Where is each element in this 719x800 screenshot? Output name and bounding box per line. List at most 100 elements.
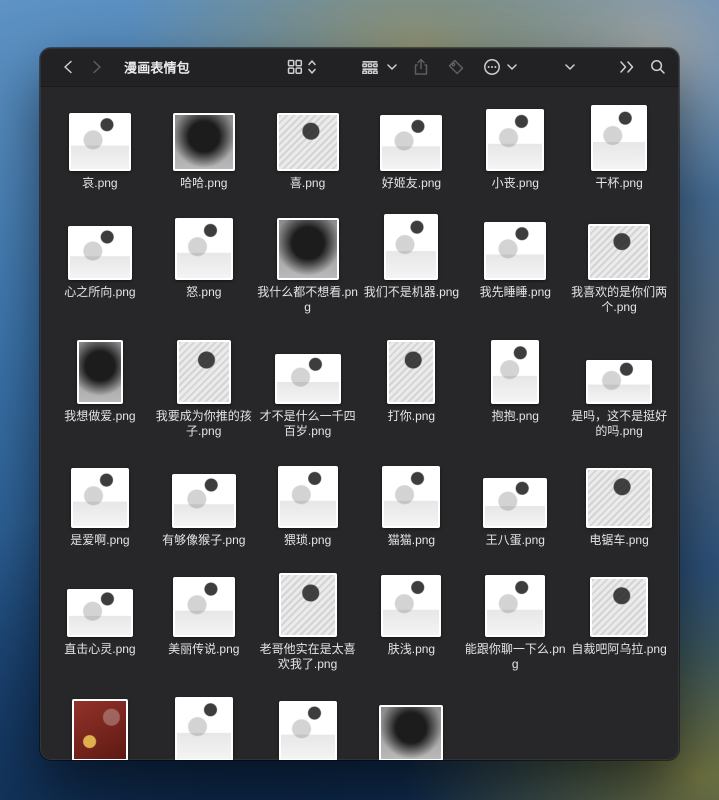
file-item[interactable]: 打你.png (360, 332, 464, 439)
file-item[interactable]: 哀.png (48, 99, 152, 191)
file-item[interactable]: 电锯车.png (567, 456, 671, 548)
manga-thumbnail-art (179, 342, 229, 402)
manga-thumbnail-art (174, 476, 234, 526)
file-thumbnail (591, 105, 647, 171)
file-name: 喜.png (290, 176, 325, 191)
file-item[interactable]: 是爱啊.png (48, 456, 152, 548)
file-thumbnail (384, 214, 438, 280)
file-item[interactable]: 这不可能.png (256, 689, 360, 760)
file-item[interactable]: 是吗，这不是挺好的吗.png (567, 332, 671, 439)
file-thumbnail-area (387, 332, 435, 404)
file-item[interactable]: 这不也挺好的 (152, 689, 256, 760)
file-name: 哈哈.png (180, 176, 227, 191)
file-item[interactable]: 抱抱.png (463, 332, 567, 439)
manga-thumbnail-art (279, 220, 337, 278)
file-name: 打你.png (388, 409, 435, 424)
file-thumbnail-area (68, 208, 132, 280)
file-thumbnail-area (177, 332, 231, 404)
file-thumbnail (484, 222, 546, 280)
file-item[interactable]: 哈哈.png (152, 99, 256, 191)
manga-thumbnail-art (383, 577, 439, 635)
file-thumbnail-area (382, 456, 440, 528)
file-thumbnail (71, 468, 129, 528)
file-item[interactable]: 直击心灵.png (48, 565, 152, 672)
file-item[interactable]: 猫猫.png (360, 456, 464, 548)
file-name: 抱抱.png (492, 409, 539, 424)
file-thumbnail (382, 466, 440, 528)
view-mode-chevron-icon[interactable] (387, 64, 397, 70)
file-item[interactable]: 鹰鹰诗.png (360, 689, 464, 760)
view-mode-gallery-button[interactable] (362, 60, 379, 74)
file-thumbnail (275, 354, 341, 404)
file-thumbnail-area (591, 99, 647, 171)
icon-size-stepper[interactable] (308, 60, 317, 75)
file-name: 我想做爱.png (64, 409, 135, 424)
file-name: 直击心灵.png (64, 642, 135, 657)
file-item[interactable]: 有够像猴子.png (152, 456, 256, 548)
file-item[interactable]: 猥琐.png (256, 456, 360, 548)
file-thumbnail (483, 478, 547, 528)
file-item[interactable]: 怒.png (152, 208, 256, 315)
sort-chevron-button[interactable] (565, 64, 575, 70)
file-name: 我要成为你推的孩子.png (153, 409, 255, 439)
file-item[interactable]: 我先睡睡.png (463, 208, 567, 315)
file-thumbnail-area (588, 208, 650, 280)
file-item[interactable]: 能跟你聊一下么.png (463, 565, 567, 672)
file-thumbnail (77, 340, 123, 404)
share-button[interactable] (414, 59, 429, 76)
file-item[interactable]: 自裁吧阿乌拉.png (567, 565, 671, 672)
manga-thumbnail-art (487, 577, 543, 635)
file-browser-content: 哀.png 哈哈.png 喜.png 好姬友.png (40, 87, 679, 760)
file-name: 哀.png (82, 176, 117, 191)
file-item[interactable]: 才不是什么一千四百岁.png (256, 332, 360, 439)
forward-button[interactable] (92, 60, 102, 74)
manga-thumbnail-art (175, 115, 233, 169)
file-name: 老哥他实在是太喜欢我了.png (257, 642, 359, 672)
file-name: 有够像猴子.png (162, 533, 245, 548)
file-thumbnail-area (380, 99, 442, 171)
file-thumbnail (279, 701, 337, 760)
icon-size-grid-button[interactable] (288, 60, 303, 75)
manga-thumbnail-art (384, 468, 438, 526)
file-item[interactable]: 肤浅.png (360, 565, 464, 672)
back-button[interactable] (63, 60, 73, 74)
manga-thumbnail-art (382, 117, 440, 169)
search-button[interactable] (650, 59, 666, 75)
manga-thumbnail-art (588, 362, 650, 402)
file-item[interactable]: 干杯.png (567, 99, 671, 191)
file-thumbnail (387, 340, 435, 404)
file-item[interactable]: 近期超可爱小动画 (48, 689, 152, 760)
file-item[interactable]: 小丧.png (463, 99, 567, 191)
file-item[interactable]: 好姬友.png (360, 99, 464, 191)
more-actions-button[interactable] (483, 58, 501, 76)
tag-button[interactable] (448, 59, 464, 75)
more-actions-chevron-icon[interactable] (507, 64, 517, 70)
file-name: 干杯.png (595, 176, 642, 191)
file-name: 我喜欢的是你们两个.png (568, 285, 670, 315)
file-thumbnail (588, 224, 650, 280)
manga-thumbnail-art (277, 356, 339, 402)
toolbar-overflow-button[interactable] (620, 61, 635, 73)
file-thumbnail (486, 109, 544, 171)
file-item[interactable]: 王八蛋.png (463, 456, 567, 548)
file-thumbnail (586, 360, 652, 404)
manga-thumbnail-art (592, 579, 646, 635)
file-name: 我什么都不想看.png (257, 285, 359, 315)
file-name: 怒.png (186, 285, 221, 300)
file-thumbnail-area (590, 565, 648, 637)
file-item[interactable]: 美丽传说.png (152, 565, 256, 672)
file-item[interactable]: 心之所向.png (48, 208, 152, 315)
file-name: 是吗，这不是挺好的吗.png (568, 409, 670, 439)
file-item[interactable]: 我什么都不想看.png (256, 208, 360, 315)
file-name: 猫猫.png (388, 533, 435, 548)
file-item[interactable]: 老哥他实在是太喜欢我了.png (256, 565, 360, 672)
file-item[interactable]: 我要成为你推的孩子.png (152, 332, 256, 439)
file-item[interactable]: 我们不是机器.png (360, 208, 464, 315)
window-title: 漫画表情包 (124, 58, 190, 77)
file-item[interactable]: 喜.png (256, 99, 360, 191)
file-thumbnail (491, 340, 539, 404)
file-item[interactable]: 我喜欢的是你们两个.png (567, 208, 671, 315)
file-thumbnail (72, 699, 128, 760)
file-thumbnail-area (71, 456, 129, 528)
file-item[interactable]: 我想做爱.png (48, 332, 152, 439)
